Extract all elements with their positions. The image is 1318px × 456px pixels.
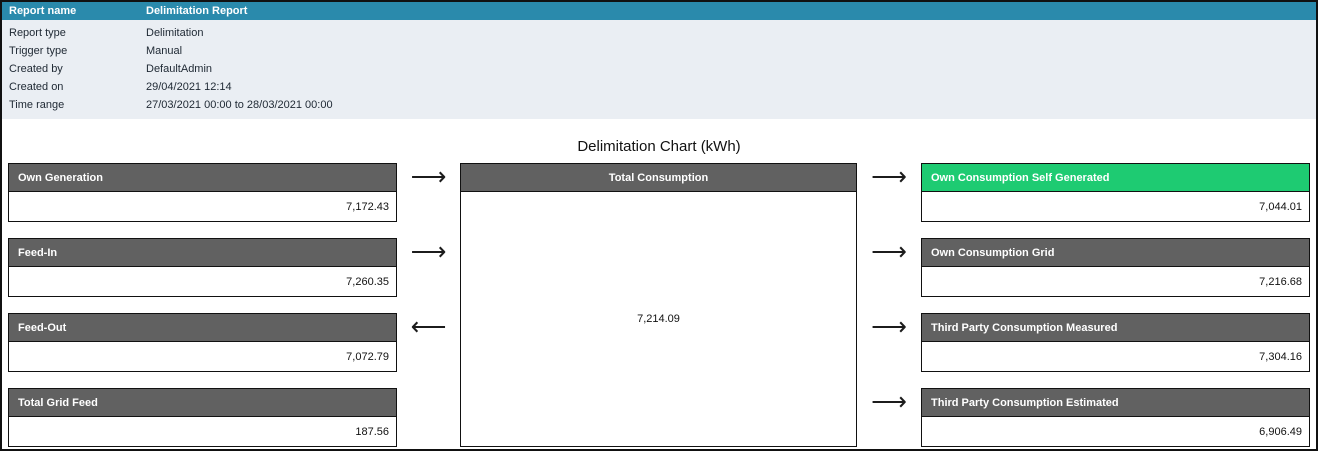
flow-arrow-cell: ⟶: [857, 388, 921, 447]
box-feed-in: Feed-In 7,260.35: [8, 238, 397, 297]
box-third-party-consumption-estimated: Third Party Consumption Estimated 6,906.…: [921, 388, 1310, 447]
arrow-left-icon: ⟵: [411, 313, 447, 342]
info-row-trigger-type: Trigger type Manual: [2, 42, 1316, 60]
info-value: Manual: [146, 45, 182, 57]
report-info-table: Report type Delimitation Trigger type Ma…: [2, 20, 1316, 119]
info-label: Created by: [2, 63, 146, 75]
box-value: 7,172.43: [8, 192, 397, 222]
report-name-value: Delimitation Report: [146, 5, 247, 17]
flow-arrow-cell: ⟶: [857, 238, 921, 297]
box-own-consumption-grid: Own Consumption Grid 7,216.68: [921, 238, 1310, 297]
flow-arrow-cell: ⟵: [397, 313, 460, 372]
info-label: Time range: [2, 99, 146, 111]
flow-arrow-cell: ⟶: [397, 163, 460, 222]
box-header: Feed-In: [8, 238, 397, 267]
box-own-generation: Own Generation 7,172.43: [8, 163, 397, 222]
box-header: Feed-Out: [8, 313, 397, 342]
arrow-right-icon: ⟶: [871, 163, 907, 192]
arrow-right-icon: ⟶: [871, 313, 907, 342]
box-header-highlighted: Own Consumption Self Generated: [921, 163, 1310, 192]
box-value: 7,260.35: [8, 267, 397, 297]
arrow-right-icon: ⟶: [871, 388, 907, 417]
box-value: 7,216.68: [921, 267, 1310, 297]
box-header: Total Grid Feed: [8, 388, 397, 417]
box-header: Own Consumption Grid: [921, 238, 1310, 267]
chart-title: Delimitation Chart (kWh): [2, 138, 1316, 154]
info-value: Delimitation: [146, 27, 203, 39]
flow-arrow-cell: ⟶: [397, 238, 460, 297]
info-row-time-range: Time range 27/03/2021 00:00 to 28/03/202…: [2, 96, 1316, 114]
box-value: 7,072.79: [8, 342, 397, 372]
box-header: Third Party Consumption Measured: [921, 313, 1310, 342]
box-feed-out: Feed-Out 7,072.79: [8, 313, 397, 372]
box-third-party-consumption-measured: Third Party Consumption Measured 7,304.1…: [921, 313, 1310, 372]
report-info-header-row: Report name Delimitation Report: [2, 2, 1316, 20]
box-value: 7,214.09: [460, 192, 857, 447]
report-page: Report name Delimitation Report Report t…: [0, 0, 1318, 451]
flow-arrow-cell: ⟶: [857, 313, 921, 372]
info-value: 27/03/2021 00:00 to 28/03/2021 00:00: [146, 99, 333, 111]
arrow-right-icon: ⟶: [871, 238, 907, 267]
box-header: Total Consumption: [460, 163, 857, 192]
info-label: Created on: [2, 81, 146, 93]
info-row-report-type: Report type Delimitation: [2, 24, 1316, 42]
arrow-right-icon: ⟶: [411, 238, 447, 267]
box-value: 7,304.16: [921, 342, 1310, 372]
info-row-created-on: Created on 29/04/2021 12:14: [2, 78, 1316, 96]
box-header: Own Generation: [8, 163, 397, 192]
info-row-created-by: Created by DefaultAdmin: [2, 60, 1316, 78]
info-label: Trigger type: [2, 45, 146, 57]
report-name-label: Report name: [2, 5, 146, 17]
box-total-grid-feed: Total Grid Feed 187.56: [8, 388, 397, 447]
info-value: 29/04/2021 12:14: [146, 81, 232, 93]
box-value: 187.56: [8, 417, 397, 447]
arrow-right-icon: ⟶: [411, 163, 447, 192]
box-total-consumption: Total Consumption 7,214.09: [460, 163, 857, 447]
info-label: Report type: [2, 27, 146, 39]
box-header: Third Party Consumption Estimated: [921, 388, 1310, 417]
delimitation-chart: Own Generation 7,172.43 ⟶ Total Consumpt…: [2, 163, 1316, 447]
box-value: 6,906.49: [921, 417, 1310, 447]
box-own-consumption-self-generated: Own Consumption Self Generated 7,044.01: [921, 163, 1310, 222]
flow-arrow-cell: ⟶: [857, 163, 921, 222]
info-value: DefaultAdmin: [146, 63, 212, 75]
box-value: 7,044.01: [921, 192, 1310, 222]
